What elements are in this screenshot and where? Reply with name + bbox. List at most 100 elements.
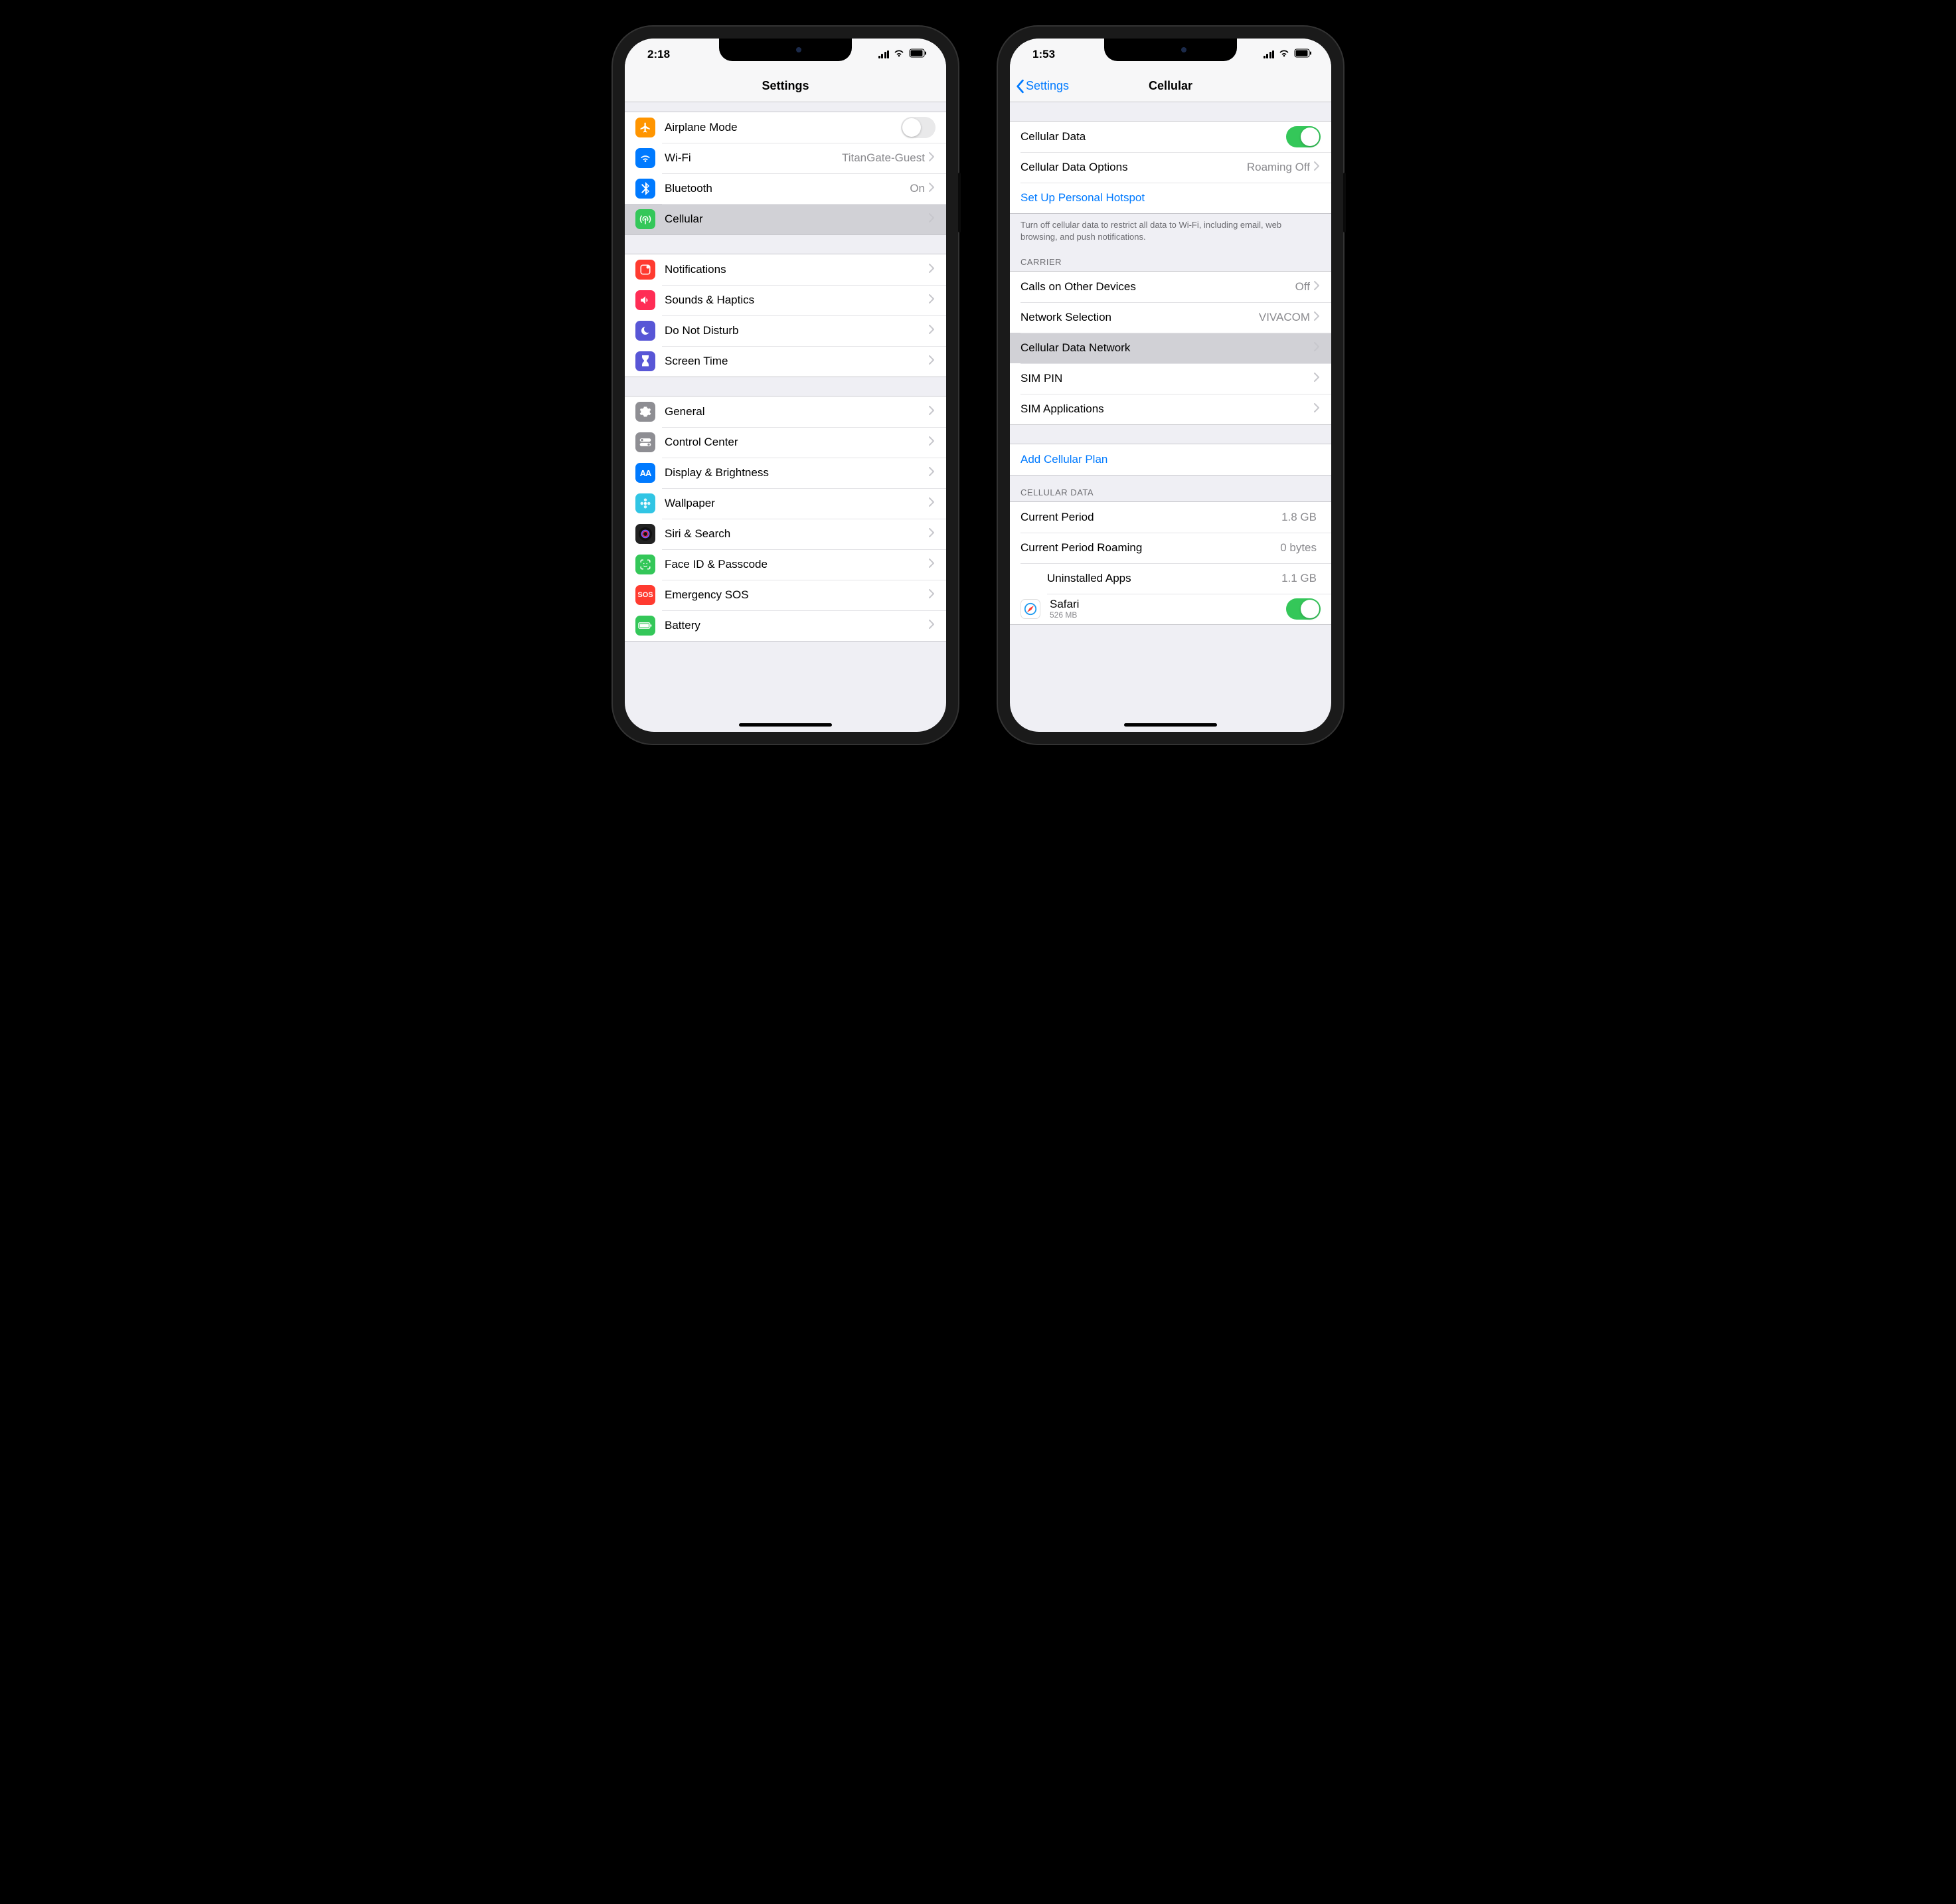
battery-icon [909, 48, 928, 61]
row-network-selection[interactable]: Network Selection VIVACOM [1010, 302, 1331, 333]
settings-content[interactable]: Airplane Mode Wi-Fi TitanGate-Guest Blue… [625, 102, 946, 732]
aa-icon: AA [635, 463, 655, 483]
row-label: Screen Time [665, 355, 728, 368]
cellular-signal-icon [1263, 50, 1275, 58]
safari-toggle[interactable] [1286, 598, 1321, 620]
chevron-right-icon [929, 467, 936, 479]
uninstalled-apps-row[interactable]: Uninstalled Apps 1.1 GB [1010, 563, 1331, 594]
sos-icon: SOS [635, 585, 655, 605]
row-notifications[interactable]: Notifications [625, 254, 946, 285]
row-sounds-haptics[interactable]: Sounds & Haptics [625, 285, 946, 315]
row-label: SIM Applications [1020, 402, 1104, 416]
row-siri-search[interactable]: Siri & Search [625, 519, 946, 549]
row-calls-on-other-devices[interactable]: Calls on Other Devices Off [1010, 272, 1331, 302]
row-value: 1.8 GB [1281, 511, 1317, 524]
switches-icon [635, 432, 655, 452]
gear-icon [635, 402, 655, 422]
battery-icon [1294, 48, 1313, 61]
add-cellular-plan-row[interactable]: Add Cellular Plan [1010, 444, 1331, 475]
chevron-right-icon [1314, 403, 1321, 416]
carrier-group: Calls on Other Devices Off Network Selec… [1010, 271, 1331, 425]
row-value: TitanGate-Guest [842, 151, 925, 165]
row-label: Sounds & Haptics [665, 294, 754, 307]
row-label: Network Selection [1020, 311, 1111, 324]
row-display-brightness[interactable]: AA Display & Brightness [625, 458, 946, 488]
setup-hotspot-row[interactable]: Set Up Personal Hotspot [1010, 183, 1331, 213]
row-label: Current Period Roaming [1020, 541, 1142, 555]
nav-bar: Settings [625, 70, 946, 102]
current-period-roaming-row: Current Period Roaming 0 bytes [1010, 533, 1331, 563]
cellular-data-footer: Turn off cellular data to restrict all d… [1010, 214, 1331, 245]
chevron-right-icon [929, 589, 936, 602]
chevron-right-icon [1314, 373, 1321, 385]
back-button[interactable]: Settings [1015, 70, 1069, 102]
settings-group-general: General Control Center AA Display & Brig… [625, 396, 946, 642]
row-screen-time[interactable]: Screen Time [625, 346, 946, 377]
chevron-right-icon [929, 559, 936, 571]
chevron-right-icon [929, 355, 936, 368]
row-airplane-mode[interactable]: Airplane Mode [625, 112, 946, 143]
row-label: Siri & Search [665, 527, 730, 541]
safari-icon [1020, 599, 1040, 619]
wifi-icon [1278, 48, 1290, 61]
speaker-icon [635, 290, 655, 310]
wifi-icon [635, 148, 655, 168]
row-face-id-passcode[interactable]: Face ID & Passcode [625, 549, 946, 580]
antenna-icon [635, 209, 655, 229]
cellular-data-options-row[interactable]: Cellular Data Options Roaming Off [1010, 152, 1331, 183]
safari-data-row[interactable]: Safari 526 MB [1010, 594, 1331, 624]
page-title: Cellular [1149, 79, 1192, 93]
row-general[interactable]: General [625, 396, 946, 427]
home-indicator[interactable] [739, 723, 832, 727]
row-label: Cellular [665, 213, 703, 226]
row-cellular-data-network[interactable]: Cellular Data Network [1010, 333, 1331, 363]
phone-left: 2:18 Settings Airplane Mode Wi-Fi TitanG… [613, 27, 958, 744]
row-label: Cellular Data Options [1020, 161, 1128, 174]
siri-icon [635, 524, 655, 544]
battery-icon [635, 616, 655, 636]
status-time: 2:18 [647, 48, 670, 61]
row-value: 0 bytes [1280, 541, 1317, 555]
row-wi-fi[interactable]: Wi-Fi TitanGate-Guest [625, 143, 946, 173]
bluetooth-icon [635, 179, 655, 199]
row-control-center[interactable]: Control Center [625, 427, 946, 458]
current-period-row: Current Period 1.8 GB [1010, 502, 1331, 533]
row-label: Do Not Disturb [665, 324, 738, 337]
carrier-header: CARRIER [1010, 245, 1331, 271]
row-label: Control Center [665, 436, 738, 449]
cellular-data-toggle[interactable] [1286, 126, 1321, 147]
cellular-data-row[interactable]: Cellular Data [1010, 122, 1331, 152]
cellular-content[interactable]: Cellular Data Cellular Data Options Roam… [1010, 102, 1331, 732]
row-battery[interactable]: Battery [625, 610, 946, 641]
airplane-icon [635, 118, 655, 137]
add-plan-link: Add Cellular Plan [1020, 453, 1107, 466]
chevron-right-icon [1314, 161, 1321, 174]
row-sim-applications[interactable]: SIM Applications [1010, 394, 1331, 424]
cellular-data-label: Cellular Data [1020, 130, 1086, 143]
phone-right: 1:53 Settings Cellular Cellular Data [998, 27, 1343, 744]
page-title: Settings [762, 79, 809, 93]
row-wallpaper[interactable]: Wallpaper [625, 488, 946, 519]
row-label: Face ID & Passcode [665, 558, 768, 571]
flower-icon [635, 493, 655, 513]
row-value: 1.1 GB [1281, 572, 1317, 585]
row-label: Wi-Fi [665, 151, 691, 165]
chevron-right-icon [929, 294, 936, 307]
row-emergency-sos[interactable]: SOS Emergency SOS [625, 580, 946, 610]
chevron-right-icon [1314, 311, 1321, 324]
chevron-right-icon [929, 183, 936, 195]
row-bluetooth[interactable]: Bluetooth On [625, 173, 946, 204]
settings-group-notifications: Notifications Sounds & Haptics Do Not Di… [625, 254, 946, 377]
status-time: 1:53 [1032, 48, 1055, 61]
row-value: VIVACOM [1259, 311, 1310, 324]
row-sub: 526 MB [1050, 611, 1079, 620]
row-label: General [665, 405, 704, 418]
home-indicator[interactable] [1124, 723, 1217, 727]
row-sim-pin[interactable]: SIM PIN [1010, 363, 1331, 394]
row-cellular[interactable]: Cellular [625, 204, 946, 234]
airplane-mode-toggle[interactable] [901, 117, 936, 138]
row-do-not-disturb[interactable]: Do Not Disturb [625, 315, 946, 346]
chevron-right-icon [929, 152, 936, 165]
cellular-data-header: CELLULAR DATA [1010, 476, 1331, 501]
bell-icon [635, 260, 655, 280]
